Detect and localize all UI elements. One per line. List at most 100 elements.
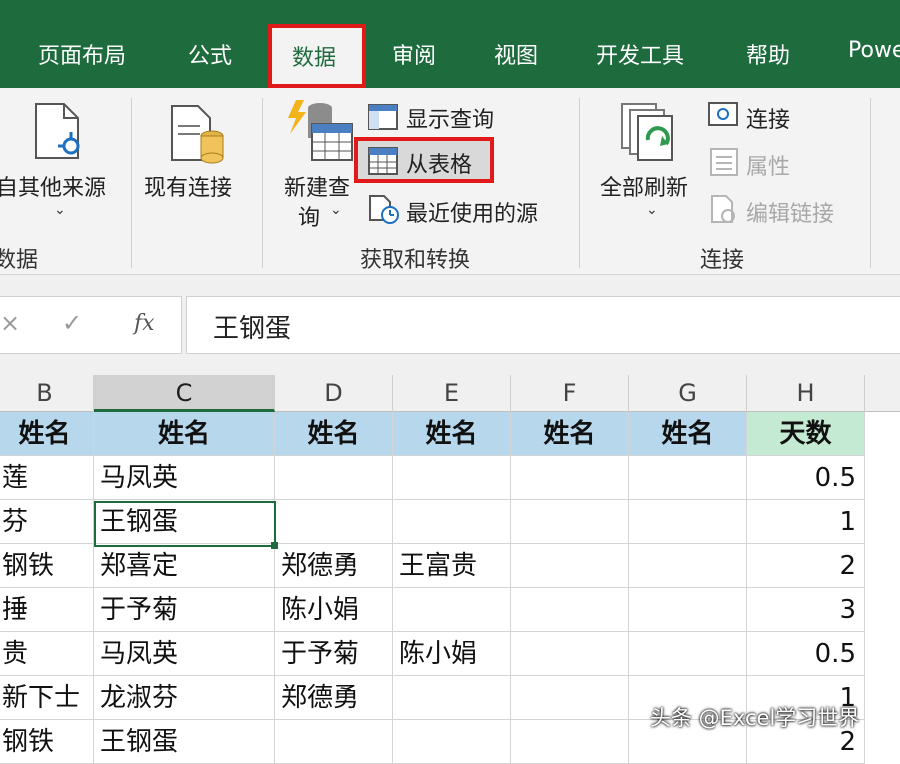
- column-header-h[interactable]: H: [747, 375, 865, 412]
- table-cell[interactable]: [511, 456, 629, 500]
- table-cell[interactable]: 马凤英: [94, 456, 275, 500]
- column-header-empty: [865, 375, 900, 412]
- column-header-e[interactable]: E: [393, 375, 511, 412]
- table-cell[interactable]: [275, 720, 393, 764]
- table-cell[interactable]: 王钢蛋: [94, 720, 275, 764]
- table-cell[interactable]: 0.5: [747, 456, 865, 500]
- table-cell[interactable]: [393, 676, 511, 720]
- cancel-icon[interactable]: ×: [0, 309, 20, 337]
- table-cell[interactable]: 郑德勇: [275, 676, 393, 720]
- tab-power[interactable]: Powe: [848, 38, 900, 63]
- table-cell[interactable]: [275, 456, 393, 500]
- header-cell[interactable]: 姓名: [393, 412, 511, 456]
- table-cell[interactable]: [511, 632, 629, 676]
- separator: [131, 98, 132, 268]
- recent-sources-icon: [369, 195, 399, 224]
- table-cell[interactable]: 郑德勇: [275, 544, 393, 588]
- table-cell[interactable]: [511, 544, 629, 588]
- table-cell[interactable]: [393, 720, 511, 764]
- tab-data[interactable]: 数据: [268, 24, 366, 88]
- column-header-d[interactable]: D: [275, 375, 393, 412]
- group-label-connections: 连接: [700, 248, 745, 273]
- separator: [579, 98, 580, 268]
- table-cell[interactable]: [629, 588, 747, 632]
- table-cell[interactable]: [275, 500, 393, 544]
- header-cell[interactable]: 姓名: [0, 412, 94, 456]
- tab-review[interactable]: 审阅: [392, 38, 436, 70]
- table-cell[interactable]: 陈小娟: [393, 632, 511, 676]
- tab-data-label: 数据: [292, 46, 337, 71]
- header-cell[interactable]: 姓名: [629, 412, 747, 456]
- tab-page-layout[interactable]: 页面布局: [38, 38, 126, 70]
- header-cell[interactable]: 姓名: [275, 412, 393, 456]
- table-cell[interactable]: 马凤英: [94, 632, 275, 676]
- separator: [262, 98, 263, 268]
- tab-formulas[interactable]: 公式: [188, 38, 232, 70]
- table-cell[interactable]: 1: [747, 500, 865, 544]
- header-cell[interactable]: 姓名: [94, 412, 275, 456]
- table-cell[interactable]: 莲: [0, 456, 94, 500]
- table-cell[interactable]: [511, 588, 629, 632]
- ribbon: 自其他来源 ⌄ 现有连接 数据 新建查 询 ⌄ 显示查询 从表格 最近使用的源 …: [0, 88, 900, 275]
- column-header-c[interactable]: C: [94, 375, 275, 412]
- edit-links-icon: [711, 195, 735, 223]
- header-cell[interactable]: 天数: [747, 412, 865, 456]
- table-cell[interactable]: 新下士: [0, 676, 94, 720]
- fill-handle[interactable]: [271, 542, 278, 549]
- connections-label: 连接: [746, 108, 791, 133]
- table-cell[interactable]: 龙淑芬: [94, 676, 275, 720]
- group-label-data: 数据: [0, 248, 39, 273]
- table-cell[interactable]: 钢铁: [0, 544, 94, 588]
- table-cell[interactable]: 于予菊: [94, 588, 275, 632]
- recent-sources-label: 最近使用的源: [406, 202, 539, 227]
- table-cell[interactable]: 王富贵: [393, 544, 511, 588]
- table-cell[interactable]: [393, 588, 511, 632]
- table-cell[interactable]: 3: [747, 588, 865, 632]
- new-query-label-line2: 询: [298, 206, 321, 231]
- table-cell[interactable]: 2: [747, 544, 865, 588]
- table-cell[interactable]: [511, 720, 629, 764]
- column-header-b[interactable]: B: [0, 375, 94, 412]
- properties-label: 属性: [746, 155, 791, 180]
- table-cell[interactable]: [629, 544, 747, 588]
- from-table-label: 从表格: [406, 153, 473, 178]
- from-table-button[interactable]: 从表格: [354, 137, 494, 183]
- tab-developer[interactable]: 开发工具: [596, 38, 684, 70]
- table-icon: [368, 147, 398, 175]
- confirm-icon[interactable]: ✓: [62, 309, 82, 337]
- table-cell[interactable]: [629, 500, 747, 544]
- table-cell[interactable]: [393, 500, 511, 544]
- table-cell[interactable]: [511, 676, 629, 720]
- formula-input[interactable]: 王钢蛋: [186, 296, 900, 354]
- refresh-all-label: 全部刷新: [600, 176, 689, 201]
- new-query-icon: [288, 100, 353, 161]
- insert-function-icon[interactable]: fx: [134, 311, 155, 336]
- chevron-down-icon: ⌄: [330, 202, 342, 218]
- table-cell[interactable]: [629, 632, 747, 676]
- table-cell[interactable]: [511, 500, 629, 544]
- table-cell[interactable]: 于予菊: [275, 632, 393, 676]
- table-cell[interactable]: 捶: [0, 588, 94, 632]
- table-cell[interactable]: 芬: [0, 500, 94, 544]
- table-cell[interactable]: 郑喜定: [94, 544, 275, 588]
- table-cell[interactable]: 陈小娟: [275, 588, 393, 632]
- spreadsheet-grid: B C D E F G H 姓名 姓名 姓名 姓名 姓名 姓名 天数莲马凤英 0.5 芬王钢蛋 1 钢铁 郑喜定 郑德…: [0, 375, 900, 764]
- formula-value: 王钢蛋: [213, 314, 292, 344]
- column-header-g[interactable]: G: [629, 375, 747, 412]
- tab-view[interactable]: 视图: [494, 38, 538, 70]
- table-cell[interactable]: [629, 456, 747, 500]
- refresh-icon: [621, 103, 673, 161]
- column-header-f[interactable]: F: [511, 375, 629, 412]
- document-link-icon: [35, 103, 80, 159]
- new-query-label-line1: 新建查: [284, 176, 351, 201]
- table-cell[interactable]: 0.5: [747, 632, 865, 676]
- watermark: 头条 @Excel学习世界: [650, 706, 860, 730]
- separator: [870, 98, 871, 268]
- from-other-sources-label: 自其他来源: [0, 176, 107, 201]
- table-cell[interactable]: 钢铁: [0, 720, 94, 764]
- tab-help[interactable]: 帮助: [746, 38, 790, 70]
- header-cell[interactable]: 姓名: [511, 412, 629, 456]
- show-queries-icon: [368, 104, 398, 130]
- table-cell[interactable]: [393, 456, 511, 500]
- table-cell[interactable]: 贵: [0, 632, 94, 676]
